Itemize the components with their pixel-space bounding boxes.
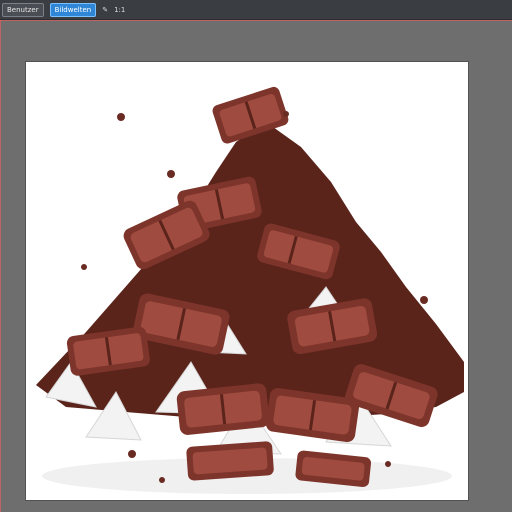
chocolate-bar [176, 383, 270, 435]
top-toolbar: Benutzer Bildwelten ✎ 1:1 [0, 0, 512, 20]
crumb [420, 296, 428, 304]
zoom-indicator: 1:1 [114, 5, 126, 14]
crumb [167, 170, 175, 178]
crumb [385, 461, 391, 467]
chocolate-pile-illustration [36, 86, 464, 494]
crumb [81, 264, 87, 270]
crumb [159, 477, 165, 483]
artboard[interactable] [26, 62, 468, 500]
crumb [117, 113, 125, 121]
active-tab-chip[interactable]: Bildwelten [49, 2, 97, 17]
crumb [283, 111, 289, 117]
file-chip[interactable]: Benutzer [2, 2, 44, 17]
edit-icon[interactable]: ✎ [102, 4, 108, 16]
crumb [128, 450, 136, 458]
chocolate-bar [186, 441, 274, 481]
pile-silhouette [36, 122, 464, 420]
canvas-area[interactable] [0, 20, 512, 512]
